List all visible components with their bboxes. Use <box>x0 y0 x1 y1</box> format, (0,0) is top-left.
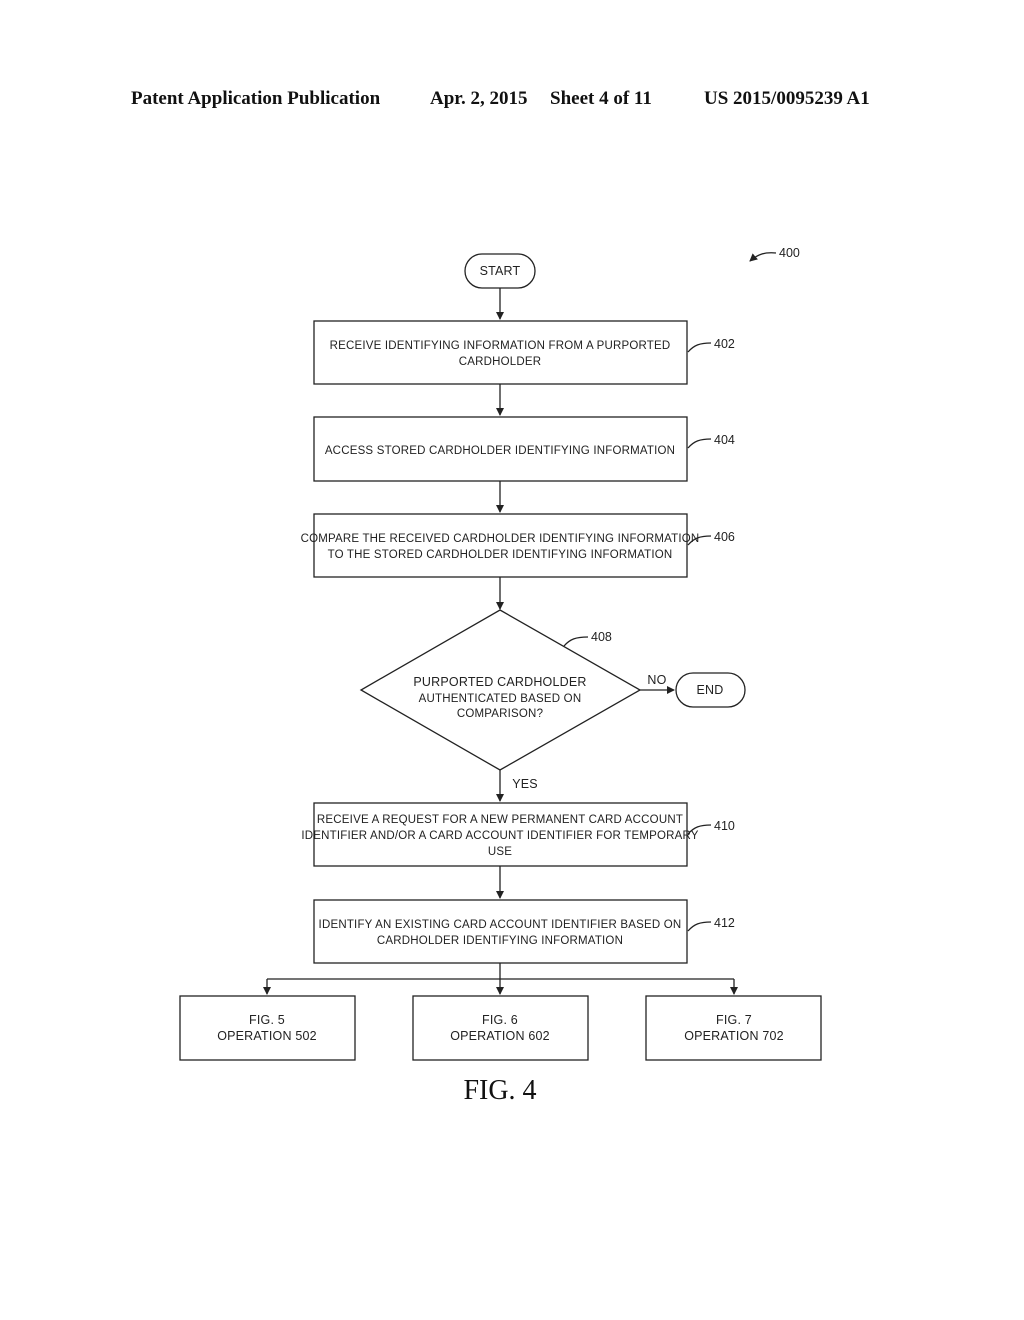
decision-408: PURPORTED CARDHOLDER AUTHENTICATED BASED… <box>359 609 642 771</box>
output-fig7: FIG. 7 OPERATION 702 <box>645 995 822 1061</box>
step-406-box <box>313 513 688 578</box>
step-412-ref: 412 <box>714 916 735 930</box>
step-402-leader <box>687 342 712 353</box>
start-label: START <box>480 264 521 278</box>
step-402: RECEIVE IDENTIFYING INFORMATION FROM A P… <box>313 320 735 385</box>
decision-line-3: COMPARISON? <box>457 708 543 720</box>
step-410-line-1: RECEIVE A REQUEST FOR A NEW PERMANENT CA… <box>317 814 683 826</box>
output-fig6-operation: OPERATION 602 <box>450 1029 550 1043</box>
step-404-line-1: ACCESS STORED CARDHOLDER IDENTIFYING INF… <box>325 445 675 457</box>
figure-reference: 400 <box>749 246 800 262</box>
step-412-line-1: IDENTIFY AN EXISTING CARD ACCOUNT IDENTI… <box>319 919 682 931</box>
decision-408-leader <box>563 636 589 647</box>
step-410-ref: 410 <box>714 819 735 833</box>
step-410: RECEIVE A REQUEST FOR A NEW PERMANENT CA… <box>301 802 735 867</box>
step-404-leader <box>687 438 712 449</box>
step-404-ref: 404 <box>714 433 735 447</box>
start-terminal: START <box>464 253 536 289</box>
step-406-line-2: TO THE STORED CARDHOLDER IDENTIFYING INF… <box>328 549 673 561</box>
decision-line-1: PURPORTED CARDHOLDER <box>413 675 586 689</box>
output-fig7-operation: OPERATION 702 <box>684 1029 784 1043</box>
step-412-line-2: CARDHOLDER IDENTIFYING INFORMATION <box>377 935 623 947</box>
output-fig5-title: FIG. 5 <box>249 1013 285 1027</box>
output-fig7-box <box>645 995 822 1061</box>
step-410-line-3: USE <box>488 846 512 858</box>
step-404: ACCESS STORED CARDHOLDER IDENTIFYING INF… <box>313 416 735 482</box>
step-402-box <box>313 320 688 385</box>
step-410-line-2: IDENTIFIER AND/OR A CARD ACCOUNT IDENTIF… <box>301 830 698 842</box>
step-402-ref: 402 <box>714 337 735 351</box>
step-412: IDENTIFY AN EXISTING CARD ACCOUNT IDENTI… <box>313 899 735 964</box>
step-402-line-2: CARDHOLDER <box>459 356 542 368</box>
decision-line-2: AUTHENTICATED BASED ON <box>419 693 582 705</box>
reference-arrow <box>749 252 777 262</box>
step-402-line-1: RECEIVE IDENTIFYING INFORMATION FROM A P… <box>330 340 671 352</box>
step-412-leader <box>687 921 712 932</box>
step-406-ref: 406 <box>714 530 735 544</box>
step-412-box <box>313 899 688 964</box>
output-fig5: FIG. 5 OPERATION 502 <box>179 995 356 1061</box>
output-fig6-box <box>412 995 589 1061</box>
output-fig6: FIG. 6 OPERATION 602 <box>412 995 589 1061</box>
output-fig7-title: FIG. 7 <box>716 1013 752 1027</box>
output-fig5-operation: OPERATION 502 <box>217 1029 317 1043</box>
output-fig5-box <box>179 995 356 1061</box>
flowchart: 400 START RECEIVE IDENTIFYING INFORMATIO… <box>179 246 822 1106</box>
step-406: COMPARE THE RECEIVED CARDHOLDER IDENTIFY… <box>301 513 735 578</box>
no-label: NO <box>647 673 666 687</box>
output-fig6-title: FIG. 6 <box>482 1013 518 1027</box>
figure-caption: FIG. 4 <box>463 1075 536 1106</box>
decision-408-ref: 408 <box>591 630 612 644</box>
figure-reference-label: 400 <box>779 246 800 260</box>
end-label: END <box>697 683 724 697</box>
step-406-line-1: COMPARE THE RECEIVED CARDHOLDER IDENTIFY… <box>301 533 700 545</box>
end-terminal: END <box>675 672 746 708</box>
yes-label: YES <box>512 777 538 791</box>
